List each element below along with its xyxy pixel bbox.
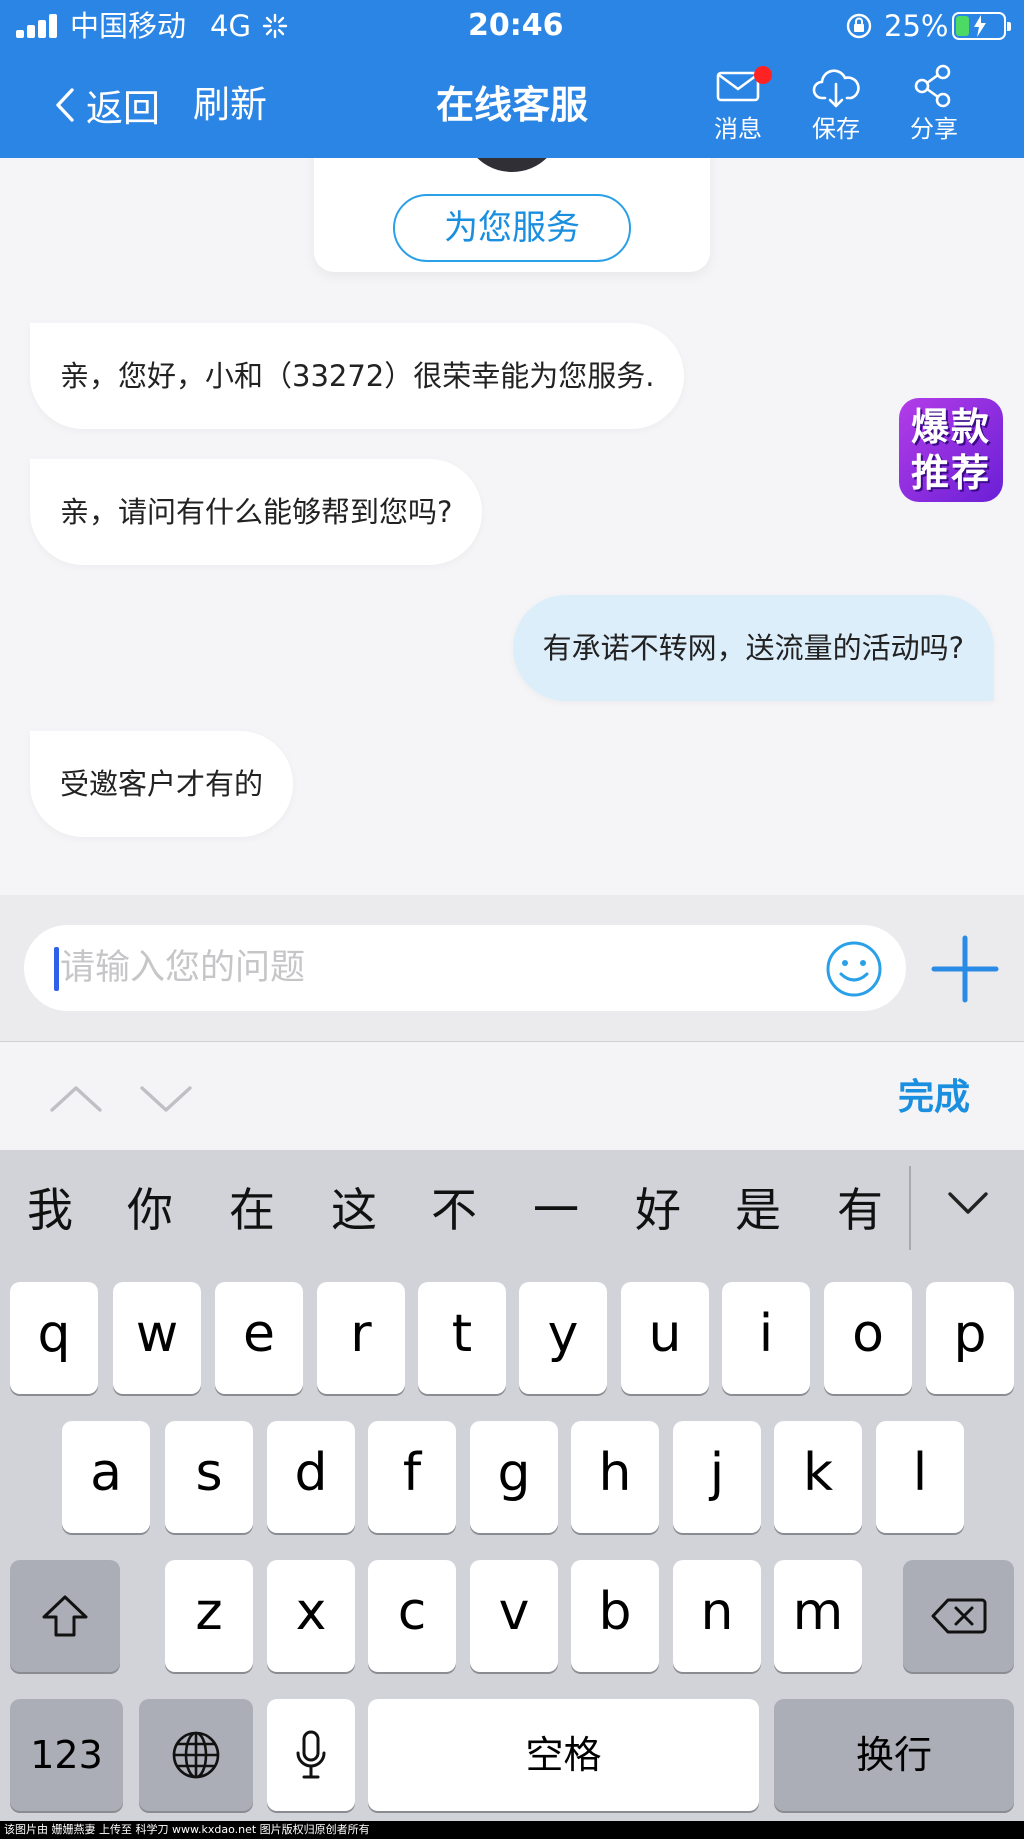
candidate-word[interactable]: 有	[820, 1180, 900, 1240]
signal-icon	[16, 14, 60, 38]
microphone-key[interactable]	[267, 1699, 355, 1811]
keyboard-toolbar: 完成	[0, 1042, 1024, 1150]
key-w[interactable]: w	[113, 1282, 201, 1394]
keyboard: 我 你 在 这 不 一 好 是 有 q w e r t y u i o p a …	[0, 1150, 1024, 1839]
user-message: 有承诺不转网，送流量的活动吗?	[512, 595, 994, 701]
add-attachment-icon[interactable]	[930, 934, 1000, 1004]
save-label: 保存	[812, 115, 860, 143]
candidate-word[interactable]: 好	[618, 1180, 698, 1240]
candidate-word[interactable]: 一	[516, 1180, 596, 1240]
candidate-divider	[909, 1166, 911, 1250]
back-button[interactable]: 返回	[52, 80, 160, 130]
hot-deals-badge[interactable]: 爆款 推荐	[899, 398, 1003, 502]
unread-badge	[754, 66, 772, 84]
globe-icon	[172, 1731, 220, 1779]
promo-line-1: 爆款	[910, 405, 991, 449]
candidate-word[interactable]: 这	[314, 1180, 394, 1240]
top-bar: 中国移动 4G 20:46 25% 返回 刷新 在线客服 消息 保存 分享	[0, 0, 1024, 158]
key-k[interactable]: k	[774, 1421, 862, 1533]
key-g[interactable]: g	[470, 1421, 558, 1533]
agent-message: 亲，请问有什么能够帮到您吗?	[30, 459, 483, 565]
loading-spinner-icon	[262, 13, 288, 39]
microphone-icon	[296, 1730, 326, 1779]
rotation-lock-icon	[846, 13, 872, 39]
key-u[interactable]: u	[621, 1282, 709, 1394]
key-e[interactable]: e	[215, 1282, 303, 1394]
carrier-label: 中国移动	[70, 9, 187, 43]
key-v[interactable]: v	[470, 1560, 558, 1672]
messages-label: 消息	[714, 115, 762, 143]
save-button[interactable]: 保存	[796, 62, 876, 148]
service-button[interactable]: 为您服务	[393, 194, 631, 262]
candidate-word[interactable]: 是	[718, 1180, 798, 1240]
key-f[interactable]: f	[368, 1421, 456, 1533]
key-q[interactable]: q	[10, 1282, 98, 1394]
backspace-icon	[931, 1598, 986, 1634]
key-a[interactable]: a	[62, 1421, 150, 1533]
key-j[interactable]: j	[673, 1421, 761, 1533]
return-key[interactable]: 换行	[774, 1699, 1014, 1811]
agent-card: 为您服务	[314, 158, 710, 272]
key-d[interactable]: d	[267, 1421, 355, 1533]
key-p[interactable]: p	[926, 1282, 1014, 1394]
promo-line-2: 推荐	[910, 451, 991, 495]
emoji-icon[interactable]	[825, 940, 883, 998]
expand-candidates-icon[interactable]	[945, 1188, 991, 1218]
key-n[interactable]: n	[673, 1560, 761, 1672]
candidate-word[interactable]: 不	[414, 1180, 494, 1240]
globe-key[interactable]	[139, 1699, 253, 1811]
battery-icon	[952, 12, 1011, 40]
done-button[interactable]: 完成	[898, 1070, 970, 1126]
key-l[interactable]: l	[876, 1421, 964, 1533]
share-label: 分享	[910, 115, 958, 143]
agent-message: 受邀客户才有的	[30, 731, 294, 837]
clock-label: 20:46	[468, 8, 564, 43]
key-m[interactable]: m	[774, 1560, 862, 1672]
image-credit-footer: 该图片由 姗姗燕妻 上传至 科学刀 www.kxdao.net 图片版权归原创者…	[0, 1821, 1024, 1839]
chat-area[interactable]: 为您服务 亲，您好，小和（33272）很荣幸能为您服务. 亲，请问有什么能够帮到…	[0, 158, 1024, 895]
key-c[interactable]: c	[368, 1560, 456, 1672]
back-label: 返回	[86, 87, 160, 130]
share-icon	[914, 64, 951, 108]
candidate-word[interactable]: 在	[212, 1180, 292, 1240]
messages-button[interactable]: 消息	[698, 62, 778, 148]
numbers-key[interactable]: 123	[10, 1699, 123, 1811]
nav-bar: 返回 刷新 在线客服 消息 保存 分享	[0, 52, 1024, 158]
shift-icon	[42, 1595, 88, 1637]
text-cursor	[54, 947, 59, 991]
cloud-download-icon	[812, 69, 860, 108]
agent-avatar	[462, 158, 562, 172]
key-y[interactable]: y	[519, 1282, 607, 1394]
candidate-word[interactable]: 你	[110, 1180, 190, 1240]
candidate-bar: 我 你 在 这 不 一 好 是 有	[0, 1150, 1024, 1266]
space-key[interactable]: 空格	[368, 1699, 759, 1811]
backspace-key[interactable]	[903, 1560, 1014, 1672]
chevron-up-icon[interactable]	[46, 1082, 106, 1116]
message-input[interactable]	[60, 925, 820, 1011]
network-label: 4G	[210, 9, 251, 43]
chevron-left-icon	[56, 88, 74, 122]
share-button[interactable]: 分享	[894, 62, 974, 148]
key-b[interactable]: b	[571, 1560, 659, 1672]
key-o[interactable]: o	[824, 1282, 912, 1394]
agent-message: 亲，您好，小和（33272）很荣幸能为您服务.	[30, 323, 685, 429]
refresh-button[interactable]: 刷新	[193, 80, 267, 130]
chevron-down-icon[interactable]	[136, 1082, 196, 1116]
key-i[interactable]: i	[722, 1282, 810, 1394]
key-z[interactable]: z	[165, 1560, 253, 1672]
battery-percent: 25%	[884, 9, 949, 43]
key-r[interactable]: r	[317, 1282, 405, 1394]
candidate-word[interactable]: 我	[10, 1180, 90, 1240]
key-x[interactable]: x	[267, 1560, 355, 1672]
key-h[interactable]: h	[571, 1421, 659, 1533]
message-field[interactable]	[24, 925, 906, 1011]
shift-key[interactable]	[10, 1560, 120, 1672]
key-t[interactable]: t	[418, 1282, 506, 1394]
status-bar: 中国移动 4G 20:46 25%	[0, 0, 1024, 52]
key-s[interactable]: s	[165, 1421, 253, 1533]
